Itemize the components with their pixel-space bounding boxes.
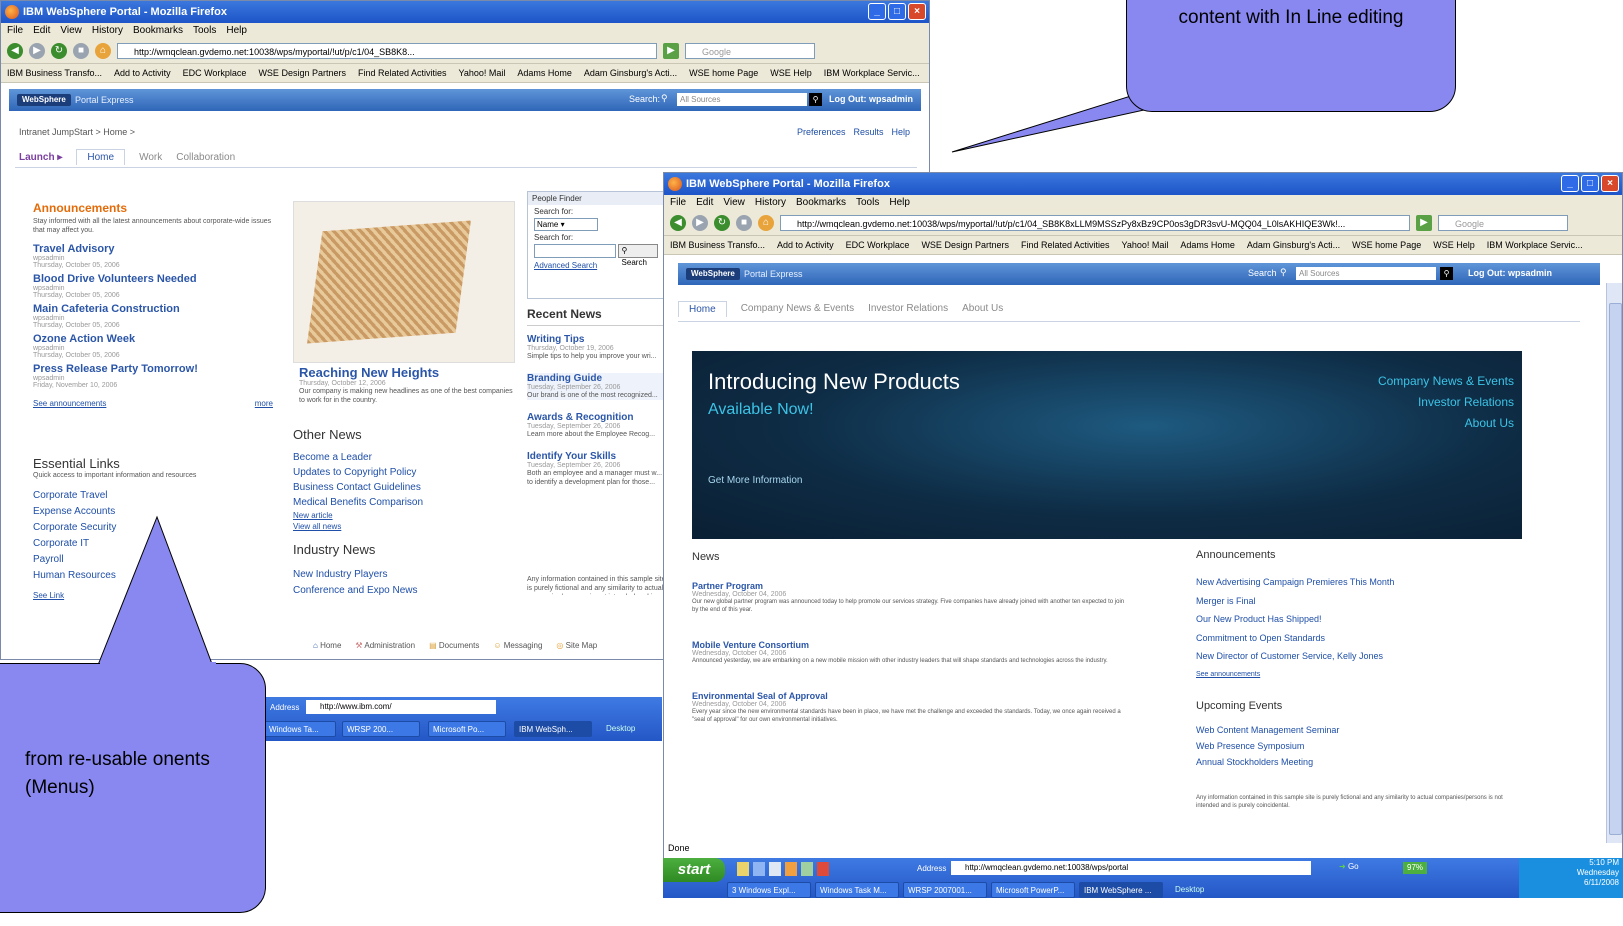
top-callout-joint xyxy=(1152,89,1190,101)
bottom-callout-bubble: from re-usable onents (Menus) xyxy=(0,663,266,913)
bottom-callout-text: from re-usable onents (Menus) xyxy=(25,749,210,798)
bottom-callout-tail xyxy=(97,515,219,681)
top-callout-text: content with In Line editing xyxy=(1178,7,1404,28)
bottom-callout-joint xyxy=(100,662,216,676)
